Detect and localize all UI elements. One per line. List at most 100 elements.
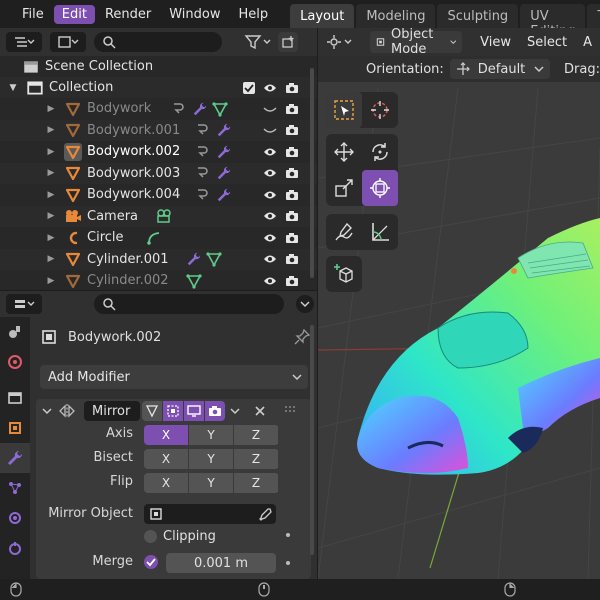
cursor-tool[interactable] [362,92,398,128]
tab-physics[interactable] [0,503,30,533]
eye-closed-icon[interactable] [263,103,277,115]
bisect-y-toggle[interactable]: Y [189,449,233,469]
display-mode-button[interactable] [50,32,86,52]
tab-render[interactable] [0,347,30,377]
axis-x-toggle[interactable]: X [144,425,188,445]
close-icon[interactable] [254,405,266,417]
tab-workspace-layout[interactable]: Layout [290,4,355,28]
outliner-item-camera[interactable]: ▶ Camera [0,205,317,227]
select-box-tool[interactable] [326,92,362,128]
outliner-scrollbar[interactable] [310,68,314,278]
outliner-item-cylinder-002[interactable]: ▶ Cylinder.002 [0,270,317,290]
expand-triangle-icon[interactable]: ▶ [46,254,56,264]
collapse-triangle-icon[interactable]: ▼ [0,83,26,93]
tab-constraints[interactable] [0,533,30,563]
pin-icon[interactable] [294,329,310,345]
camera-render-icon[interactable] [285,103,299,115]
outliner-item-bodywork[interactable]: ▶ Bodywork [0,98,317,119]
menu-window[interactable]: Window [161,5,228,24]
edit-mode-toggle[interactable] [163,401,183,421]
menu-render[interactable]: Render [97,5,159,24]
eye-icon[interactable] [263,253,277,265]
outliner-item-bodywork-002[interactable]: ▶ Bodywork.002 [0,141,317,162]
annotate-tool[interactable] [326,214,362,250]
camera-render-icon[interactable] [285,210,299,222]
camera-render-icon[interactable] [285,189,299,201]
flip-x-toggle[interactable]: X [144,473,188,493]
mode-dropdown[interactable]: Object Mode [370,28,463,57]
tab-workspace-modeling[interactable]: Modeling [356,4,436,28]
collapse-chevron-icon[interactable] [42,407,52,415]
tab-workspace-te[interactable]: Te [587,4,600,28]
viewport-menu-select[interactable]: Select [519,35,575,50]
outliner-search-input[interactable] [94,32,222,52]
eye-icon[interactable] [263,210,277,222]
scene-collection-row[interactable]: Scene Collection [0,56,317,77]
properties-scrollbar[interactable] [310,325,314,555]
bisect-x-toggle[interactable]: X [144,449,188,469]
bisect-z-toggle[interactable]: Z [234,449,278,469]
axis-z-toggle[interactable]: Z [234,425,278,445]
collection-row[interactable]: ▼ Collection [0,77,317,98]
expand-triangle-icon[interactable]: ▶ [46,276,56,286]
scale-tool[interactable] [326,170,362,206]
tab-modifiers[interactable] [0,443,30,473]
clipping-checkbox[interactable] [144,530,157,543]
camera-render-icon[interactable] [285,82,299,94]
eye-icon[interactable] [263,275,277,287]
outliner-item-cylinder-001[interactable]: ▶ Cylinder.001 [0,248,317,270]
new-collection-button[interactable] [278,32,298,52]
camera-render-icon[interactable] [285,167,299,179]
tab-collection[interactable] [0,383,30,413]
expand-triangle-icon[interactable]: ▶ [46,147,56,157]
menu-file[interactable]: File [14,5,52,24]
move-tool[interactable] [326,134,362,170]
add-modifier-button[interactable]: Add Modifier [40,365,308,389]
camera-render-icon[interactable] [285,253,299,265]
render-toggle[interactable] [205,401,225,421]
eye-icon[interactable] [263,232,277,244]
properties-search-input[interactable] [94,294,284,314]
properties-editor-type-button[interactable] [6,294,42,314]
modifier-name-field[interactable]: Mirror [84,401,140,421]
expand-triangle-icon[interactable]: ▶ [46,190,56,200]
camera-render-icon[interactable] [285,124,299,136]
include-checkbox[interactable] [243,81,255,94]
expand-triangle-icon[interactable]: ▶ [46,125,56,135]
clipping-checkbox-row[interactable]: Clipping [144,529,216,544]
animate-dot-icon[interactable] [286,533,290,537]
axis-y-toggle[interactable]: Y [189,425,233,445]
tab-object[interactable] [0,413,30,443]
orientation-dropdown[interactable]: Default [449,59,551,79]
mirror-object-field[interactable] [144,504,276,524]
expand-triangle-icon[interactable]: ▶ [46,233,56,243]
outliner-item-bodywork-003[interactable]: ▶ Bodywork.003 [0,162,317,184]
outliner-item-circle[interactable]: ▶ Circle [0,227,317,248]
eye-closed-icon[interactable] [263,124,277,136]
flip-y-toggle[interactable]: Y [189,473,233,493]
viewport-menu-a[interactable]: A [575,35,600,50]
modifier-menu-chevron-icon[interactable] [230,407,240,415]
camera-render-icon[interactable] [285,232,299,244]
rotate-tool[interactable] [362,134,398,170]
camera-render-icon[interactable] [285,146,299,158]
transform-tool[interactable] [362,170,398,206]
eye-icon[interactable] [263,189,277,201]
animate-dot-icon[interactable] [286,561,290,565]
expand-triangle-icon[interactable]: ▶ [46,211,56,221]
measure-tool[interactable] [362,214,398,250]
tab-particles[interactable] [0,473,30,503]
camera-render-icon[interactable] [285,275,299,287]
tab-workspace-uv-editing[interactable]: UV Editing [520,4,586,39]
filter-button[interactable] [244,34,274,50]
viewport-toggle[interactable] [184,401,204,421]
add-cube-tool[interactable] [326,256,362,292]
expand-triangle-icon[interactable]: ▶ [46,104,56,114]
menu-help[interactable]: Help [231,5,277,24]
viewport-menu-view[interactable]: View [472,35,519,50]
3d-viewport[interactable]: Object Mode View Select A Orientation: Def… [318,28,600,579]
menu-edit[interactable]: Edit [53,4,95,24]
outliner-item-bodywork-001[interactable]: ▶ Bodywork.001 [0,119,317,141]
eye-icon[interactable] [263,146,277,158]
properties-options-button[interactable] [296,295,314,313]
